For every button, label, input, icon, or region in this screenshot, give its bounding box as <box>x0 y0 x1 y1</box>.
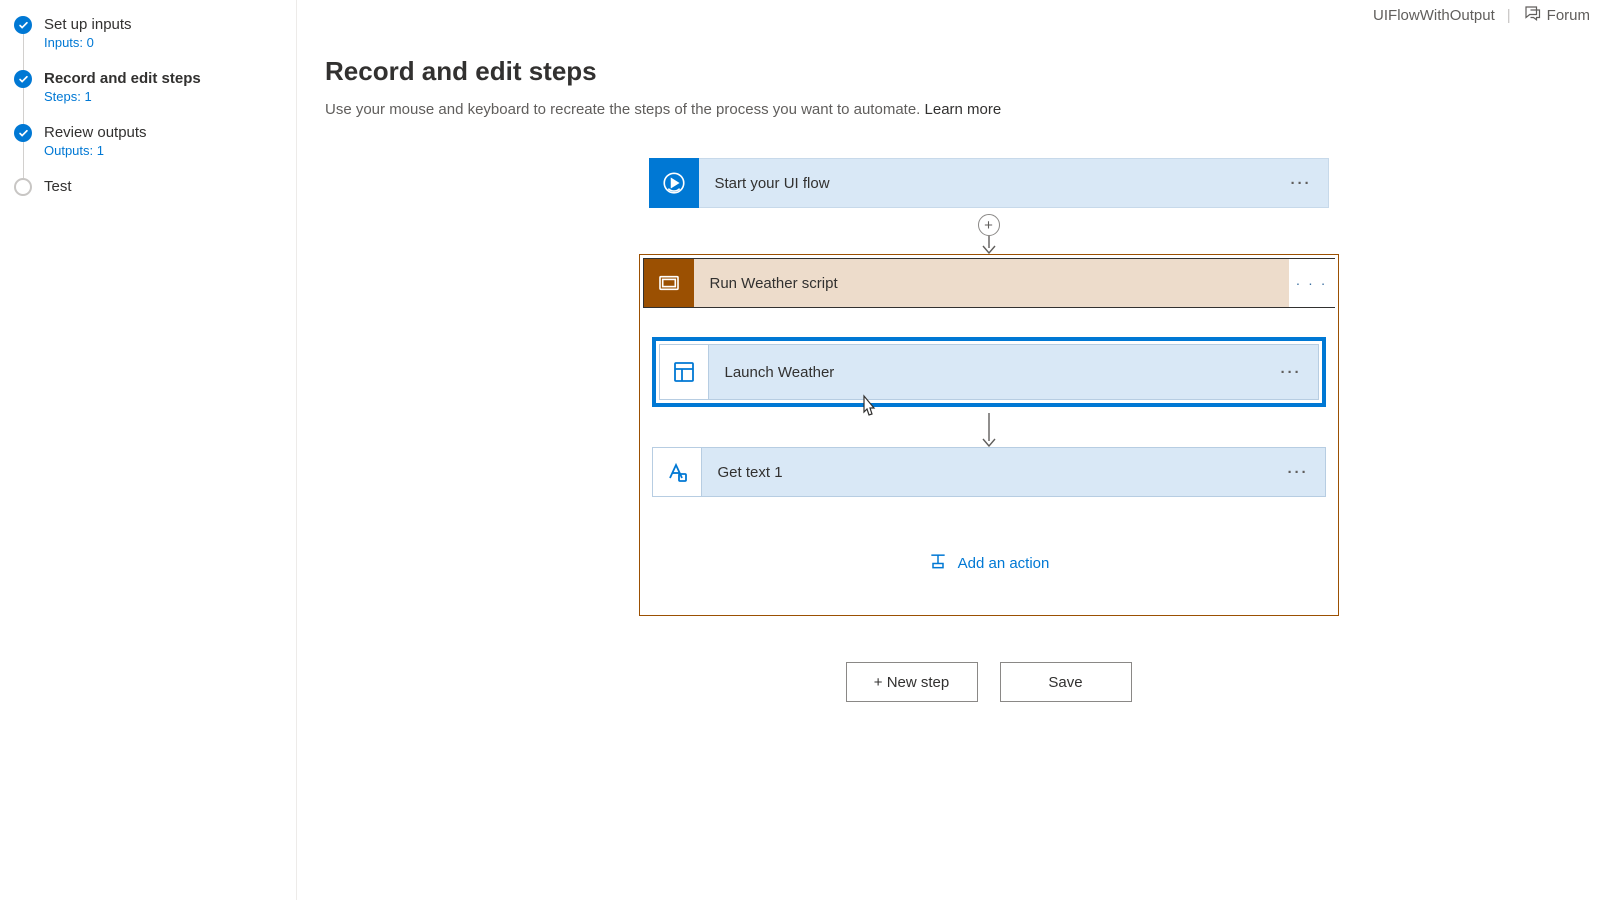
scope-title: Run Weather script <box>710 275 838 292</box>
more-icon[interactable]: ··· <box>1281 364 1302 381</box>
add-step-inline-button[interactable]: + <box>978 214 1000 236</box>
scope-run-weather-script: Run Weather script · · · <box>639 254 1339 616</box>
sidebar-item-review-outputs[interactable]: Review outputs Outputs: 1 <box>14 120 282 174</box>
connector <box>980 407 998 447</box>
sidebar-item-title: Set up inputs <box>44 16 132 33</box>
action-launch-weather[interactable]: Launch Weather ··· <box>652 337 1326 407</box>
divider: | <box>1507 7 1511 24</box>
insert-action-icon <box>928 551 948 575</box>
more-icon[interactable]: · · · <box>1289 259 1335 307</box>
main: Record and edit steps Use your mouse and… <box>297 0 1600 900</box>
sidebar-item-sub: Outputs: 1 <box>44 143 147 158</box>
save-button[interactable]: Save <box>1000 662 1132 702</box>
page-subtitle: Use your mouse and keyboard to recreate … <box>325 101 1600 118</box>
learn-more-link[interactable]: Learn more <box>925 101 1002 118</box>
sidebar-item-setup-inputs[interactable]: Set up inputs Inputs: 0 <box>14 12 282 66</box>
add-action-button[interactable]: Add an action <box>928 551 1050 575</box>
sidebar-item-test[interactable]: Test <box>14 174 282 212</box>
bottom-actions: + New step Save <box>649 662 1329 702</box>
check-icon <box>14 16 32 34</box>
play-circle-icon <box>649 158 699 208</box>
check-icon <box>14 70 32 88</box>
add-action-label: Add an action <box>958 555 1050 572</box>
sidebar: Set up inputs Inputs: 0 Record and edit … <box>0 0 297 900</box>
sidebar-item-title: Record and edit steps <box>44 70 201 87</box>
action-label: Get text 1 <box>718 464 783 481</box>
sidebar-item-sub: Inputs: 0 <box>44 35 132 50</box>
more-icon[interactable]: ··· <box>1288 464 1309 481</box>
flow-name: UIFlowWithOutput <box>1373 7 1495 24</box>
chat-icon <box>1523 4 1541 26</box>
window-icon <box>659 344 709 400</box>
arrow-down-icon <box>980 413 998 447</box>
connector: + <box>649 208 1329 254</box>
page-title: Record and edit steps <box>325 56 1600 87</box>
sidebar-item-record-edit[interactable]: Record and edit steps Steps: 1 <box>14 66 282 120</box>
new-step-button[interactable]: + New step <box>846 662 978 702</box>
sidebar-item-title: Review outputs <box>44 124 147 141</box>
forum-label: Forum <box>1547 7 1590 24</box>
empty-circle-icon <box>14 178 32 196</box>
flow-canvas: Start your UI flow ··· + <box>325 158 1600 702</box>
scope-icon <box>644 259 694 307</box>
sidebar-item-title: Test <box>44 178 72 195</box>
action-get-text-1[interactable]: Get text 1 ··· <box>652 447 1326 497</box>
forum-link[interactable]: Forum <box>1523 4 1590 26</box>
start-label: Start your UI flow <box>715 175 830 192</box>
action-label: Launch Weather <box>725 364 835 381</box>
text-icon <box>652 447 702 497</box>
check-icon <box>14 124 32 142</box>
subtitle-text: Use your mouse and keyboard to recreate … <box>325 101 925 118</box>
scope-header[interactable]: Run Weather script · · · <box>643 258 1335 308</box>
more-icon[interactable]: ··· <box>1291 175 1312 192</box>
sidebar-item-sub: Steps: 1 <box>44 89 201 104</box>
start-ui-flow-step[interactable]: Start your UI flow ··· <box>649 158 1329 208</box>
